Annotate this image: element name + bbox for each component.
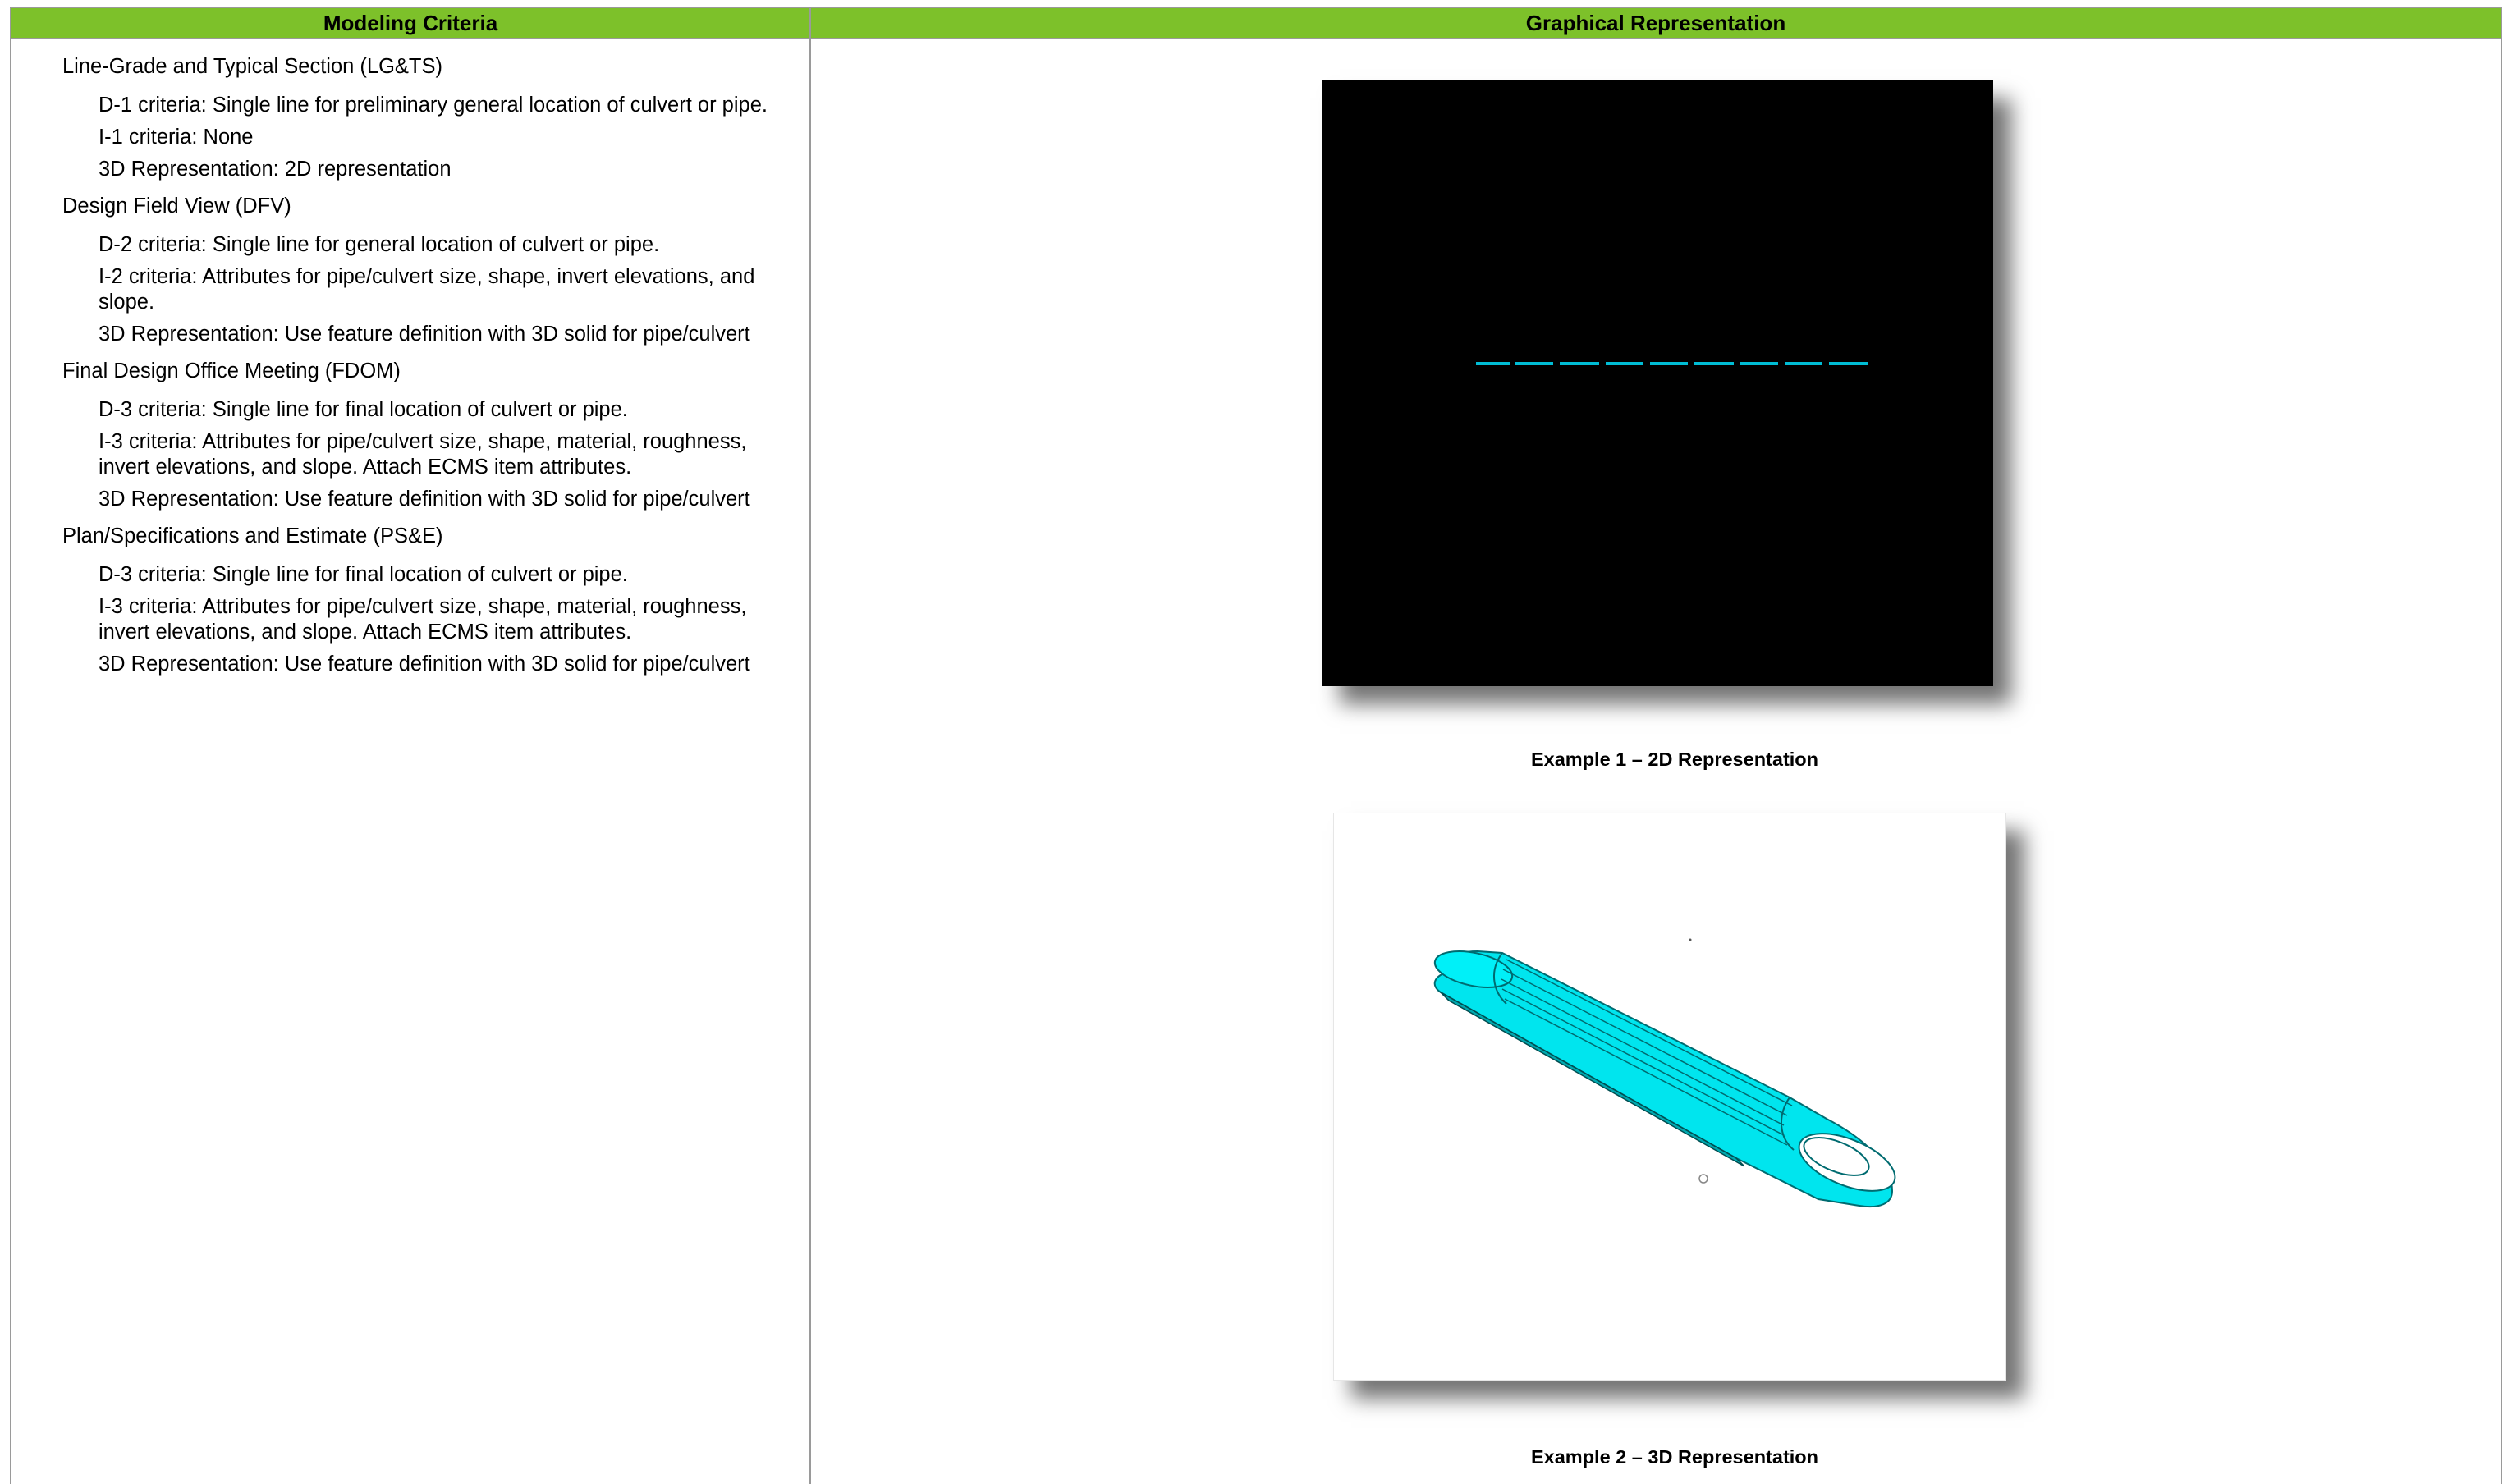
criteria-item: 3D Representation: Use feature definitio…	[99, 488, 750, 511]
stage-title: Plan/Specifications and Estimate (PS&E)	[62, 524, 443, 547]
example-3d-image	[1333, 813, 2006, 1381]
table-header-row: Modeling Criteria Graphical Representati…	[11, 8, 2501, 39]
criteria-item: D-3 criteria: Single line for final loca…	[99, 563, 628, 586]
stage-title: Line-Grade and Typical Section (LG&TS)	[62, 55, 443, 78]
criteria-item: I-3 criteria: Attributes for pipe/culver…	[99, 595, 747, 644]
stage-pse: Plan/Specifications and Estimate (PS&E) …	[62, 524, 801, 677]
criteria-item: I-2 criteria: Attributes for pipe/culver…	[99, 265, 755, 314]
criteria-item: D-3 criteria: Single line for final loca…	[99, 398, 628, 421]
stage-fdom: Final Design Office Meeting (FDOM) D-3 c…	[62, 359, 801, 512]
criteria-item: D-2 criteria: Single line for general lo…	[99, 233, 660, 256]
dashed-pipe-line-graphic	[1476, 362, 1868, 365]
stage-dfv: Design Field View (DFV) D-2 criteria: Si…	[62, 194, 801, 347]
example-2d-image	[1322, 80, 1993, 686]
criteria-item: I-3 criteria: Attributes for pipe/culver…	[99, 430, 747, 479]
criteria-item: I-1 criteria: None	[99, 126, 254, 149]
stage-lgts: Line-Grade and Typical Section (LG&TS) D…	[62, 54, 801, 182]
criteria-item: D-1 criteria: Single line for preliminar…	[99, 94, 768, 117]
stage-title: Final Design Office Meeting (FDOM)	[62, 360, 401, 382]
header-graphical-representation: Graphical Representation	[1525, 11, 1786, 35]
stage-title: Design Field View (DFV)	[62, 195, 291, 218]
culvert-pipe-3d-graphic	[1433, 938, 1896, 1207]
header-modeling-criteria: Modeling Criteria	[323, 11, 498, 35]
criteria-item: 3D Representation: 2D representation	[99, 158, 452, 181]
criteria-item: 3D Representation: Use feature definitio…	[99, 653, 750, 676]
example-2-caption: Example 2 – 3D Representation	[1530, 1446, 1819, 1468]
example-1-caption: Example 1 – 2D Representation	[1530, 749, 1819, 770]
column-divider	[809, 7, 811, 1484]
criteria-item: 3D Representation: Use feature definitio…	[99, 323, 750, 346]
modeling-criteria-cell: Line-Grade and Typical Section (LG&TS) D…	[62, 54, 801, 689]
